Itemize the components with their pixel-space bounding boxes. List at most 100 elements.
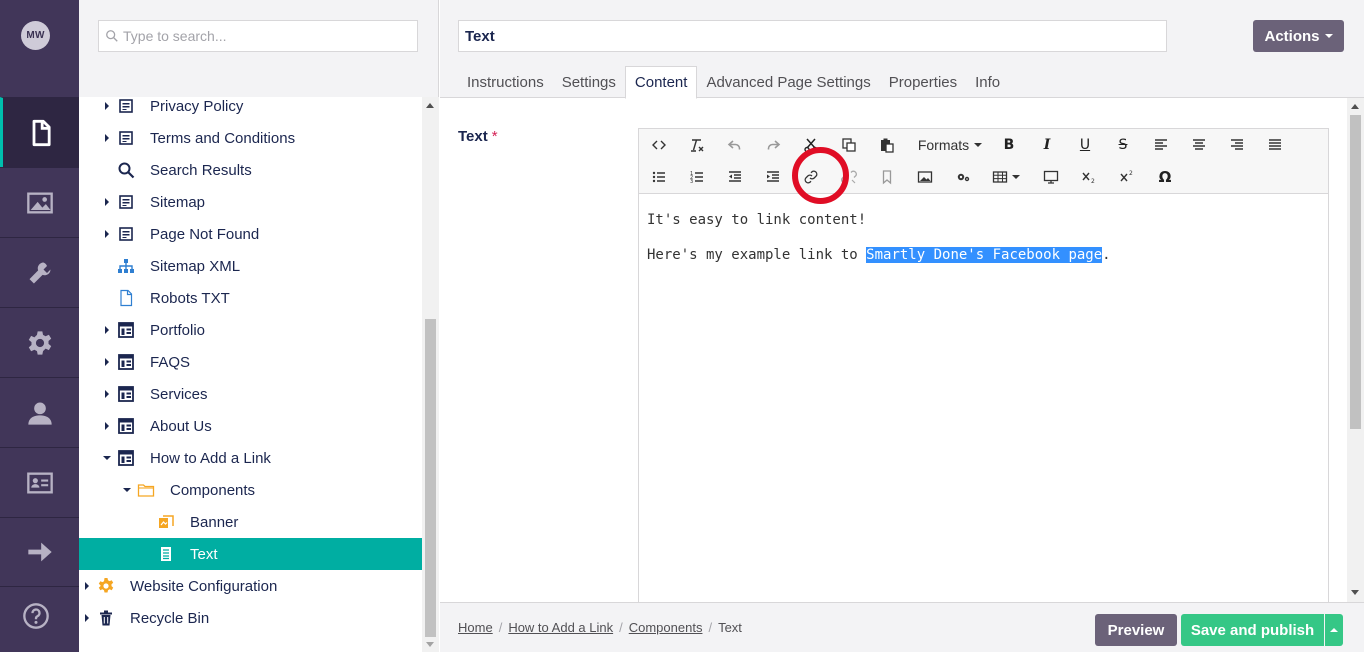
nav-section-content[interactable] [0,97,79,167]
tree-node-website-configuration[interactable]: Website Configuration [79,570,422,602]
tree-node-how-to-add-a-link[interactable]: How to Add a Link [79,442,422,474]
cut-icon[interactable] [795,131,827,159]
user-avatar[interactable]: MW [21,21,50,50]
tree-node-components[interactable]: Components [79,474,422,506]
source-code-icon[interactable] [643,131,675,159]
scrollbar-thumb[interactable] [1350,115,1361,429]
question-circle-icon[interactable] [22,602,50,630]
scroll-up-arrow[interactable] [426,103,434,108]
tree-node-sitemap[interactable]: Sitemap [79,186,422,218]
copy-icon[interactable] [833,131,865,159]
tree-node-terms-and-conditions[interactable]: Terms and Conditions [79,122,422,154]
paste-icon[interactable] [871,131,903,159]
caret-right-icon[interactable] [103,102,111,110]
chevron-down-icon [974,143,983,147]
actions-button[interactable]: Actions [1253,20,1344,52]
tree-node-portfolio[interactable]: Portfolio [79,314,422,346]
align-right-icon[interactable] [1221,131,1253,159]
publish-options-toggle[interactable] [1325,614,1343,646]
tree-node-text[interactable]: Text [79,538,422,570]
nav-section-media[interactable] [0,167,79,237]
align-center-icon[interactable] [1183,131,1215,159]
tab-advanced-page-settings[interactable]: Advanced Page Settings [697,66,879,98]
breadcrumb-home[interactable]: Home [458,620,493,635]
tree-node-banner[interactable]: Banner [79,506,422,538]
special-char-icon[interactable]: Ω [1149,163,1181,191]
nav-section-forms[interactable] [0,517,79,587]
clear-format-icon[interactable] [681,131,713,159]
bold-icon[interactable]: B [993,131,1025,159]
banner-icon [157,513,175,531]
table-icon[interactable] [985,163,1027,191]
redo-icon[interactable] [757,131,789,159]
scroll-down-arrow[interactable] [1351,590,1359,595]
scroll-down-arrow[interactable] [426,642,434,647]
tree-node-label: Banner [190,513,239,531]
tab-properties[interactable]: Properties [880,66,966,98]
caret-right-icon[interactable] [103,358,111,366]
preview-button[interactable]: Preview [1095,614,1177,646]
bullet-list-icon[interactable] [643,163,675,191]
formats-dropdown[interactable]: Formats [911,131,989,159]
caret-down-icon[interactable] [123,486,131,494]
macro-icon[interactable] [947,163,979,191]
subscript-icon[interactable]: 2 [1073,163,1105,191]
search-icon [106,30,118,42]
node-name-input[interactable] [458,20,1167,52]
numbered-list-icon[interactable]: 123 [681,163,713,191]
superscript-icon[interactable]: 2 [1111,163,1143,191]
editor-scrollbar[interactable] [1347,98,1364,602]
caret-right-icon[interactable] [103,326,111,334]
caret-right-icon[interactable] [103,230,111,238]
tree-node-robots-txt[interactable]: Robots TXT [79,282,422,314]
nav-section-developer[interactable] [0,307,79,377]
editor-content-area[interactable]: It's easy to link content! Here's my exa… [639,195,1328,609]
caret-right-icon[interactable] [103,422,111,430]
tree-node-services[interactable]: Services [79,378,422,410]
tab-info[interactable]: Info [966,66,1009,98]
caret-right-icon[interactable] [83,582,91,590]
breadcrumb-components[interactable]: Components [629,620,703,635]
tree-scrollbar[interactable] [422,97,439,652]
content-tree-panel: Privacy Policy Terms and Conditions Search… [79,0,439,652]
caret-down-icon[interactable] [103,454,111,462]
tree-search-input[interactable] [123,28,403,44]
tab-instructions[interactable]: Instructions [458,66,553,98]
align-left-icon[interactable] [1145,131,1177,159]
tab-content[interactable]: Content [624,66,698,99]
link-icon[interactable] [795,163,827,191]
tree-node-label: Recycle Bin [130,609,210,627]
tree-node-search-results[interactable]: Search Results [79,154,422,186]
caret-right-icon[interactable] [83,614,91,622]
underline-icon[interactable]: U [1069,131,1101,159]
justify-icon[interactable] [1259,131,1291,159]
scroll-up-arrow[interactable] [1351,104,1359,109]
nav-section-users[interactable] [0,377,79,447]
tree-node-privacy-policy[interactable]: Privacy Policy [79,97,422,122]
italic-icon[interactable]: I [1031,131,1063,159]
outdent-icon[interactable] [719,163,751,191]
breadcrumb-how-to-add-a-link[interactable]: How to Add a Link [508,620,613,635]
nav-section-members[interactable] [0,447,79,517]
tree-node-faqs[interactable]: FAQS [79,346,422,378]
tree-node-sitemap-xml[interactable]: Sitemap XML [79,250,422,282]
tree-node-page-not-found[interactable]: Page Not Found [79,218,422,250]
nav-section-settings[interactable] [0,237,79,307]
save-and-publish-button[interactable]: Save and publish [1181,614,1324,646]
scrollbar-thumb[interactable] [425,319,436,637]
embed-icon[interactable] [1035,163,1067,191]
tree-node-recycle-bin[interactable]: Recycle Bin [79,602,422,634]
caret-right-icon[interactable] [103,198,111,206]
strikethrough-icon[interactable]: S [1107,131,1139,159]
tab-settings[interactable]: Settings [553,66,625,98]
insert-image-icon[interactable] [909,163,941,191]
unlink-icon[interactable] [833,163,865,191]
caret-right-icon[interactable] [103,390,111,398]
tree-search-box[interactable] [98,20,418,52]
selected-link-text[interactable]: Smartly Done's Facebook page [866,247,1103,263]
tree-node-about-us[interactable]: About Us [79,410,422,442]
caret-right-icon[interactable] [103,134,111,142]
anchor-icon[interactable] [871,163,903,191]
indent-icon[interactable] [757,163,789,191]
undo-icon[interactable] [719,131,751,159]
